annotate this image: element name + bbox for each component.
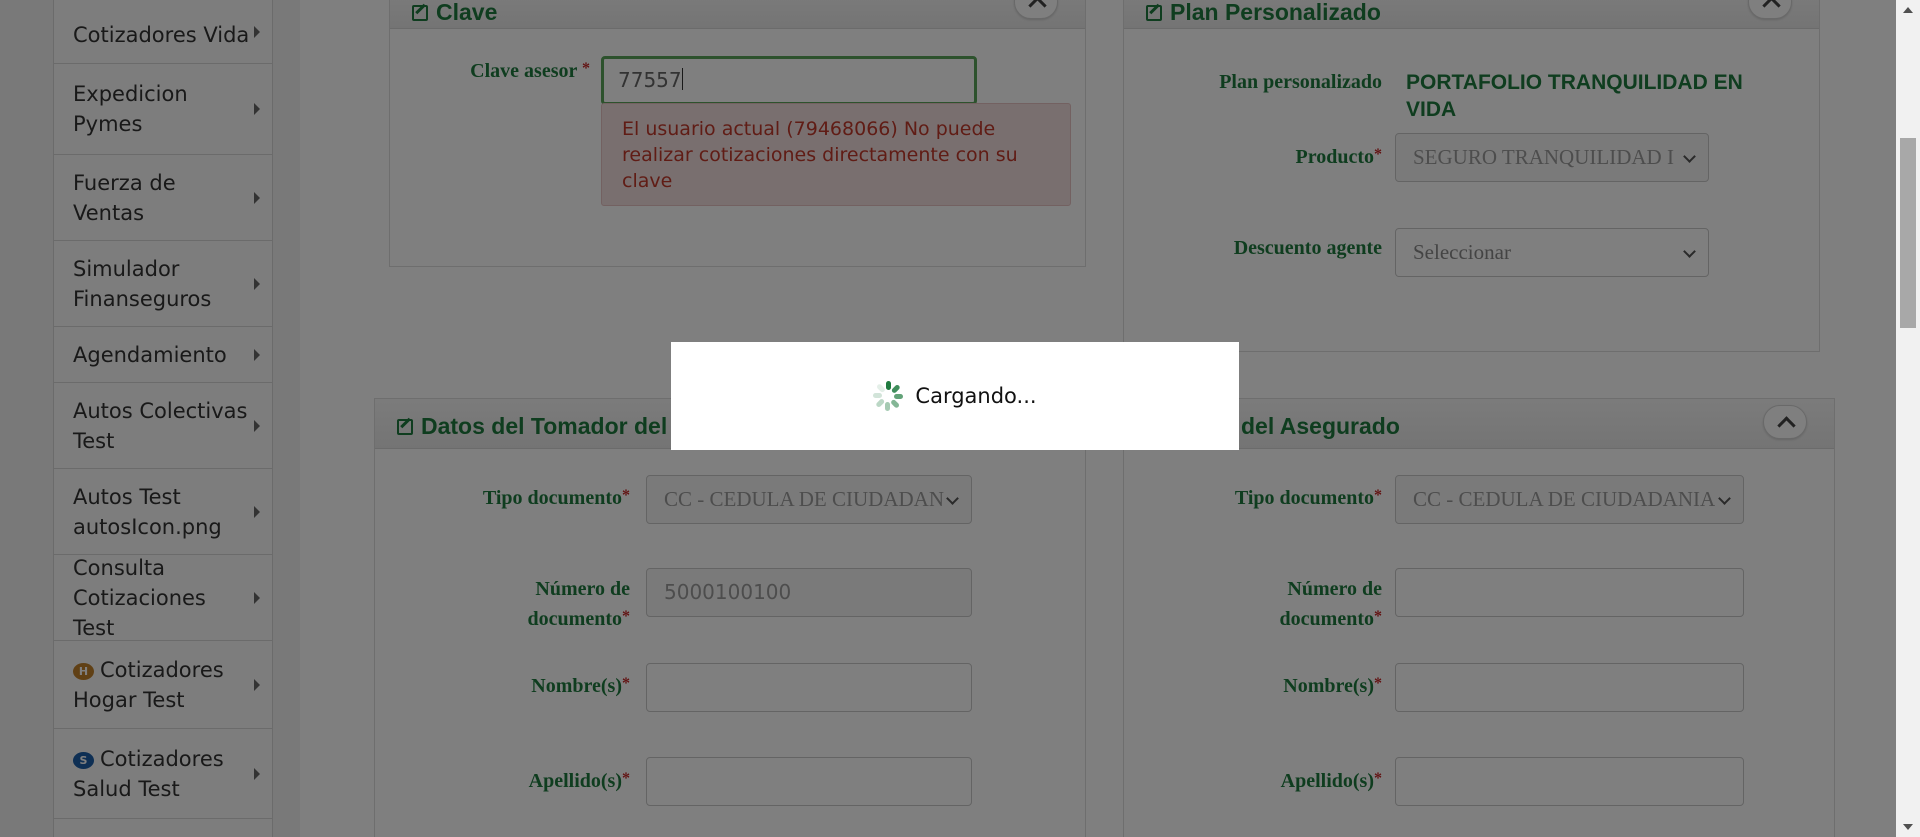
scroll-up-arrow-icon[interactable] <box>1903 7 1913 13</box>
loading-overlay: Cargando... <box>0 0 1896 837</box>
loading-dialog: Cargando... <box>671 342 1239 450</box>
spinner-icon <box>873 381 904 411</box>
scrollbar-thumb[interactable] <box>1900 138 1916 328</box>
loading-text: Cargando... <box>915 384 1037 408</box>
scroll-down-arrow-icon[interactable] <box>1903 824 1913 830</box>
vertical-scrollbar[interactable] <box>1896 0 1920 837</box>
